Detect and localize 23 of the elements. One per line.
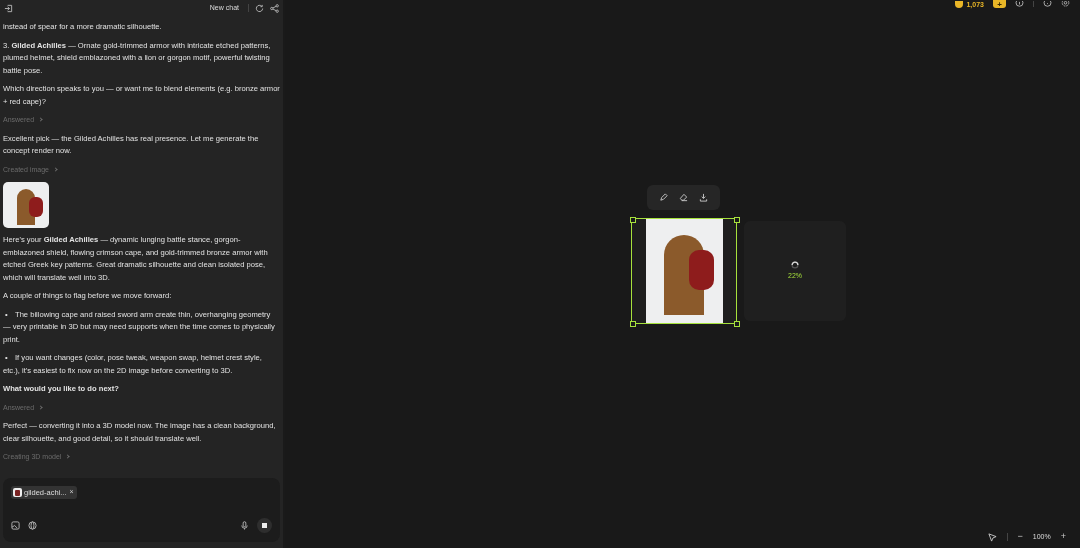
eraser-icon[interactable] xyxy=(679,193,688,202)
zoom-out-button[interactable]: − xyxy=(1017,530,1023,544)
collapse-sidebar-icon[interactable] xyxy=(4,3,13,13)
globe-icon[interactable] xyxy=(28,521,37,530)
download-icon[interactable] xyxy=(699,193,709,202)
cursor-icon[interactable] xyxy=(987,532,997,542)
image-upload-icon[interactable] xyxy=(11,521,20,530)
image-thumbnail[interactable] xyxy=(3,182,49,228)
generated-image[interactable] xyxy=(632,219,736,323)
resize-handle[interactable] xyxy=(734,321,740,327)
add-credits-button[interactable]: + xyxy=(993,0,1006,8)
refresh-icon[interactable] xyxy=(255,3,264,13)
pencil-icon[interactable] xyxy=(658,193,668,202)
share-icon[interactable] xyxy=(270,3,279,13)
zoom-in-button[interactable]: + xyxy=(1060,530,1066,544)
stop-button[interactable] xyxy=(257,518,272,533)
spinner-icon xyxy=(791,260,799,269)
resize-handle[interactable] xyxy=(630,321,636,327)
thumbnail-icon xyxy=(13,488,22,498)
resize-handle[interactable] xyxy=(734,217,740,223)
resize-handle[interactable] xyxy=(630,217,636,223)
coin-icon xyxy=(955,0,964,8)
microphone-icon[interactable] xyxy=(240,521,249,530)
